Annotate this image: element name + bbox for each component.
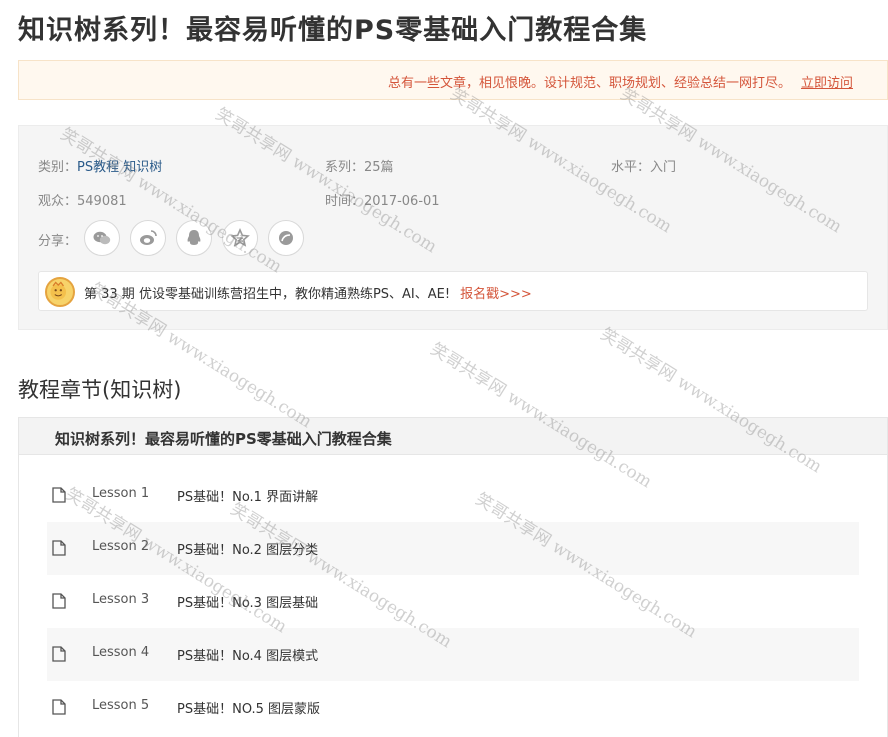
lesson-number: Lesson 5 — [92, 698, 150, 713]
share-qq-button[interactable] — [176, 220, 212, 256]
article-info-panel: 类别：PS教程 知识树 系列：25篇 水平：入门 观众：549081 时间：20… — [18, 125, 888, 330]
qzone-icon — [230, 228, 250, 247]
lesson-title: PS基础！No.3 图层基础 — [177, 596, 319, 611]
share-wechat-button[interactable] — [84, 220, 120, 256]
promo-bar: 第 33 期 优设零基础训练营招生中，教你精通熟练PS、AI、AE! 报名戳>>> — [38, 271, 868, 311]
document-icon — [52, 487, 66, 503]
notice-text: 总有一些文章，相见恨晚。设计规范、职场规划、经验总结一网打尽。 立即访问 — [388, 72, 853, 91]
notice-banner: 总有一些文章，相见恨晚。设计规范、职场规划、经验总结一网打尽。 立即访问 — [18, 60, 888, 100]
document-icon — [52, 540, 66, 556]
lesson-number: Lesson 2 — [92, 539, 150, 554]
course-title: 知识树系列！最容易听懂的PS零基础入门教程合集 — [55, 430, 392, 448]
lesson-item[interactable]: Lesson 4 PS基础！No.4 图层模式 — [47, 628, 859, 681]
chapters-heading: 教程章节(知识树) — [18, 378, 182, 402]
course-header: 知识树系列！最容易听懂的PS零基础入门教程合集 — [19, 417, 887, 455]
document-icon — [52, 593, 66, 609]
category-tag-knowledge-tree[interactable]: 知识树 — [123, 160, 162, 175]
lesson-title: PS基础！NO.5 图层蒙版 — [177, 702, 321, 717]
series-meta: 系列：25篇 — [325, 160, 394, 175]
lesson-number: Lesson 1 — [92, 486, 150, 501]
notice-message: 总有一些文章，相见恨晚。设计规范、职场规划、经验总结一网打尽。 — [387, 76, 791, 91]
document-icon — [52, 699, 66, 715]
promo-text: 第 33 期 优设零基础训练营招生中，教你精通熟练PS、AI、AE! 报名戳>>> — [84, 283, 532, 302]
promo-signup-link[interactable]: 报名戳>>> — [460, 287, 532, 302]
promo-avatar — [45, 277, 75, 307]
course-chapter-list: 知识树系列！最容易听懂的PS零基础入门教程合集 Lesson 1 PS基础！No… — [18, 417, 888, 737]
category-meta: 类别：PS教程 知识树 — [38, 156, 162, 175]
lesson-title: PS基础！No.4 图层模式 — [177, 649, 319, 664]
share-label: 分享： — [38, 234, 78, 249]
lesson-title: PS基础！No.1 界面讲解 — [177, 490, 319, 505]
qq-icon — [187, 230, 201, 245]
notice-visit-link[interactable]: 立即访问 — [801, 76, 853, 91]
lesson-item[interactable]: Lesson 1 PS基础！No.1 界面讲解 — [47, 469, 859, 522]
viewers-meta: 观众：549081 — [38, 194, 127, 209]
lesson-item[interactable]: Lesson 3 PS基础！No.3 图层基础 — [47, 575, 859, 628]
lesson-number: Lesson 4 — [92, 645, 150, 660]
time-meta: 时间：2017-06-01 — [325, 194, 440, 209]
mascot-icon — [50, 281, 67, 300]
document-icon — [52, 646, 66, 662]
lesson-item[interactable]: Lesson 2 PS基础！No.2 图层分类 — [47, 522, 859, 575]
share-qzone-button[interactable] — [222, 220, 258, 256]
lesson-number: Lesson 3 — [92, 592, 150, 607]
share-more-button[interactable] — [268, 220, 304, 256]
promo-message: 第 33 期 优设零基础训练营招生中，教你精通熟练PS、AI、AE! — [84, 287, 451, 302]
category-tag-ps[interactable]: PS教程 — [77, 160, 119, 175]
share-weibo-button[interactable] — [130, 220, 166, 256]
weibo-icon — [140, 230, 157, 245]
level-meta: 水平：入门 — [611, 160, 677, 175]
lesson-item[interactable]: Lesson 5 PS基础！NO.5 图层蒙版 — [47, 681, 859, 734]
lesson-title: PS基础！No.2 图层分类 — [177, 543, 319, 558]
page-title: 知识树系列！最容易听懂的PS零基础入门教程合集 — [18, 15, 648, 46]
more-share-icon — [279, 231, 293, 245]
category-label: 类别： — [38, 160, 78, 175]
wechat-icon — [93, 231, 111, 245]
